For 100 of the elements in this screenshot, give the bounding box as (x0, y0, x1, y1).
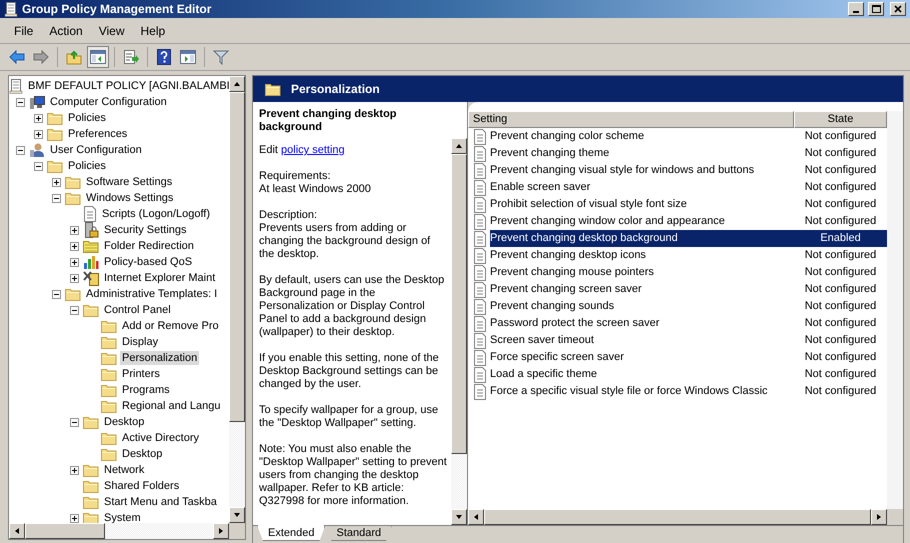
tree-item[interactable]: Policy-based QoS (102, 255, 194, 269)
scroll-left-button[interactable] (468, 509, 484, 525)
setting-name[interactable]: Prohibit selection of visual style font size (490, 196, 794, 213)
tools-icon (83, 270, 99, 286)
tree-item[interactable]: Shared Folders (102, 479, 182, 493)
setting-name[interactable]: Password protect the screen saver (490, 315, 794, 332)
scroll-thumb[interactable] (229, 92, 245, 422)
collapse-toggle[interactable] (16, 146, 25, 154)
collapse-toggle[interactable] (16, 98, 25, 106)
setting-name[interactable]: Prevent changing visual style for windows and buttons (490, 162, 794, 179)
column-header[interactable]: Setting (468, 111, 794, 128)
minimize-button[interactable] (848, 2, 864, 16)
scroll-down-button[interactable] (451, 509, 467, 525)
scroll-down-button[interactable] (229, 507, 245, 523)
state-cell-text: Not configured (804, 316, 878, 331)
expand-toggle[interactable] (70, 466, 79, 474)
tree-item[interactable]: Printers (120, 367, 162, 381)
scroll-thumb[interactable] (451, 154, 467, 454)
vertical-scrollbar[interactable] (451, 138, 467, 525)
expand-toggle[interactable] (52, 178, 61, 186)
tree-item[interactable]: Add or Remove Pro (120, 319, 221, 333)
setting-name[interactable]: Force a specific visual style file or force Windows Classic (490, 383, 794, 400)
collapse-toggle[interactable] (70, 306, 79, 314)
tree-item[interactable]: Desktop (102, 415, 146, 429)
tree-item[interactable]: Network (102, 463, 146, 477)
tree-item[interactable]: Internet Explorer Maint (102, 271, 218, 285)
setting-name[interactable]: Screen saver timeout (490, 332, 794, 349)
tree-item[interactable]: BMF DEFAULT POLICY [AGNI.BALAMBI (26, 79, 229, 93)
tree-item[interactable]: Personalization (120, 351, 200, 365)
expand-toggle[interactable] (34, 130, 43, 138)
tree-item[interactable]: Computer Configuration (48, 95, 169, 109)
folder-icon (83, 303, 99, 317)
setting-name[interactable]: Prevent changing theme (490, 145, 794, 162)
expand-toggle[interactable] (34, 114, 43, 122)
horizontal-scrollbar[interactable] (9, 523, 229, 539)
tree-item[interactable]: Policies (66, 159, 108, 173)
expand-toggle[interactable] (70, 226, 79, 234)
collapse-toggle[interactable] (52, 290, 61, 298)
view-tab[interactable]: Standard (325, 525, 392, 541)
tree-item[interactable]: Preferences (66, 127, 130, 141)
setting-name[interactable]: Prevent changing screen saver (490, 281, 794, 298)
tree-item[interactable]: Security Settings (102, 223, 189, 237)
setting-name[interactable]: Prevent changing color scheme (490, 128, 794, 145)
setting-name[interactable]: Force specific screen saver (490, 349, 794, 366)
scroll-left-button[interactable] (9, 523, 25, 539)
vertical-scrollbar[interactable] (887, 111, 903, 509)
document-icon (473, 366, 487, 382)
scroll-thumb[interactable] (25, 523, 105, 539)
plus-icon (71, 466, 78, 474)
setting-name[interactable]: Prevent changing sounds (490, 298, 794, 315)
setting-name[interactable]: Load a specific theme (490, 366, 794, 383)
expand-toggle[interactable] (70, 242, 79, 250)
close-button[interactable] (890, 2, 906, 16)
tree-item[interactable]: Display (120, 335, 160, 349)
setting-name[interactable]: Prevent changing desktop background (490, 230, 794, 247)
state-cell-text: Not configured (804, 163, 878, 178)
folder-icon (101, 431, 117, 445)
view-tab[interactable]: Extended (257, 525, 326, 541)
tree-item[interactable]: Active Directory (120, 431, 202, 445)
maximize-button[interactable] (868, 2, 884, 16)
tree-item[interactable]: Policies (66, 111, 108, 125)
expand-toggle[interactable] (70, 514, 79, 522)
folder-icon (83, 463, 99, 477)
scroll-up-button[interactable] (451, 138, 467, 154)
expand-toggle[interactable] (70, 258, 79, 266)
tree-item[interactable]: Folder Redirection (102, 239, 196, 253)
tree-item[interactable]: User Configuration (48, 143, 144, 157)
description-label: Description: (259, 209, 318, 222)
setting-name[interactable]: Prevent changing window color and appearance (490, 213, 794, 230)
menu-item[interactable]: View (90, 21, 132, 41)
menu-item[interactable]: Action (41, 21, 91, 41)
tree-item[interactable]: Control Panel (102, 303, 173, 317)
tree-item[interactable]: Regional and Langu (120, 399, 222, 413)
folder-icon (101, 351, 117, 365)
tree-item[interactable]: System (102, 511, 143, 523)
vertical-scrollbar[interactable] (229, 76, 245, 523)
scroll-right-button[interactable] (213, 523, 229, 539)
tree-item[interactable]: Windows Settings (84, 191, 176, 205)
menu-item[interactable]: Help (132, 21, 174, 41)
collapse-toggle[interactable] (34, 162, 43, 170)
tree-item[interactable]: Start Menu and Taskba (102, 495, 219, 509)
policy-setting-link[interactable]: policy setting (281, 144, 345, 156)
tree-item[interactable]: Administrative Templates: I (84, 287, 220, 301)
expand-toggle[interactable] (70, 274, 79, 282)
collapse-toggle[interactable] (70, 418, 79, 426)
tree-item[interactable]: Desktop (120, 447, 164, 461)
setting-name[interactable]: Prevent changing mouse pointers (490, 264, 794, 281)
scroll-up-button[interactable] (229, 76, 245, 92)
tree-item[interactable]: Scripts (Logon/Logoff) (100, 207, 212, 221)
folder-icon (101, 447, 117, 461)
toolbar-button[interactable] (87, 46, 109, 68)
plus-icon (71, 258, 78, 266)
tree-item[interactable]: Programs (120, 383, 172, 397)
setting-name[interactable]: Enable screen saver (490, 179, 794, 196)
menu-item[interactable]: File (6, 21, 42, 41)
tree-item[interactable]: Software Settings (84, 175, 174, 189)
scroll-right-button[interactable] (871, 509, 887, 525)
column-header[interactable]: State (794, 111, 887, 128)
setting-name[interactable]: Prevent changing desktop icons (490, 247, 794, 264)
collapse-toggle[interactable] (52, 194, 61, 202)
